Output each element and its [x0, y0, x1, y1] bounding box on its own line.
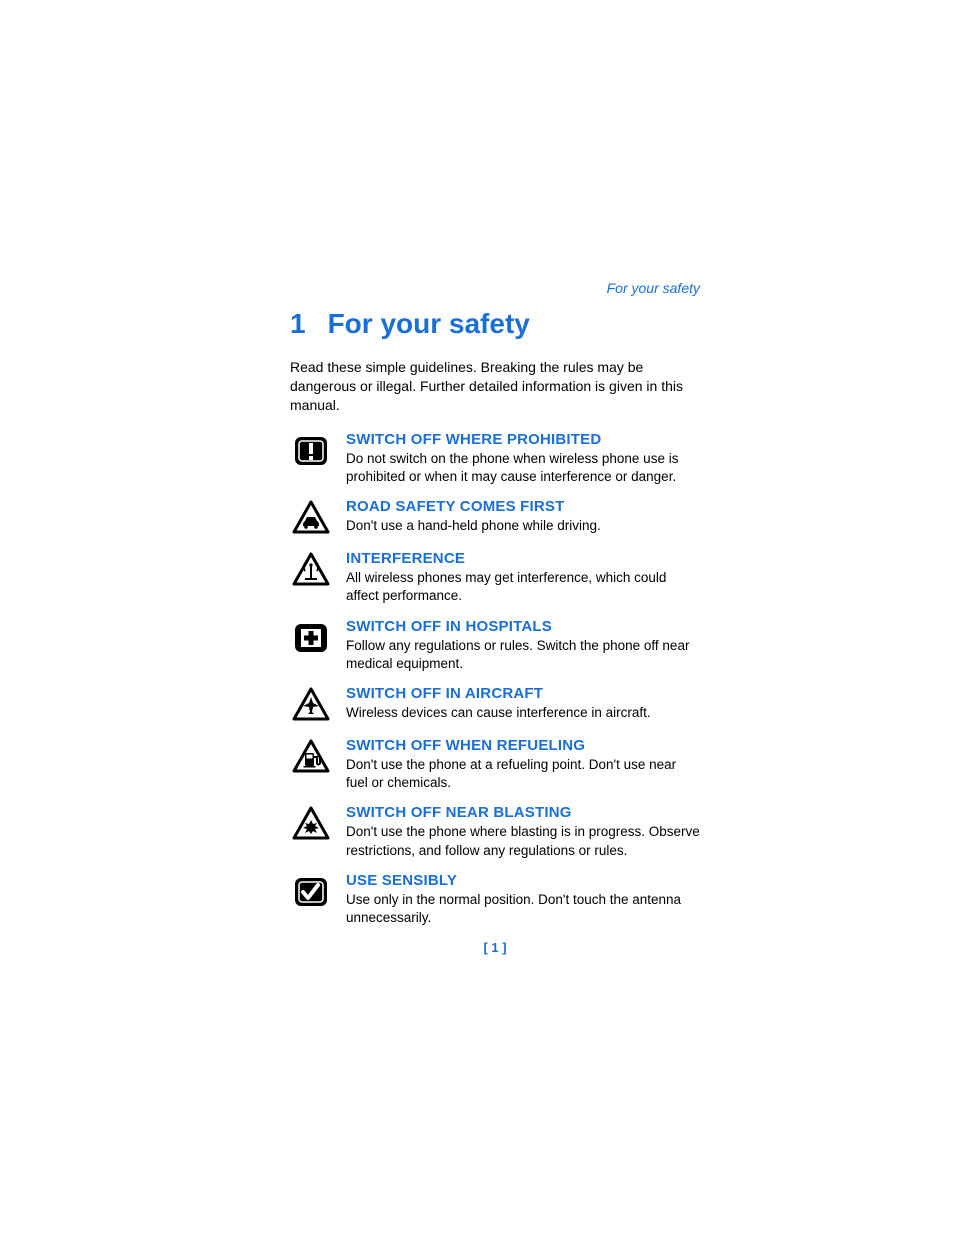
safety-item-text: USE SENSIBLY Use only in the normal posi… [346, 872, 700, 927]
page-number: [ 1 ] [290, 940, 700, 955]
safety-item-text: SWITCH OFF NEAR BLASTING Don't use the p… [346, 804, 700, 859]
safety-item-text: SWITCH OFF IN AIRCRAFT Wireless devices … [346, 685, 700, 722]
safety-item-body: Wireless devices can cause interference … [346, 704, 700, 722]
safety-item-text: SWITCH OFF WHERE PROHIBITED Do not switc… [346, 431, 700, 486]
safety-item: SWITCH OFF IN AIRCRAFT Wireless devices … [290, 685, 700, 725]
safety-item-heading: SWITCH OFF IN HOSPITALS [346, 618, 700, 635]
exclamation-square-icon [290, 431, 332, 471]
airplane-triangle-icon [290, 685, 332, 725]
safety-item-body: Don't use the phone where blasting is in… [346, 823, 700, 859]
hospital-square-icon [290, 618, 332, 658]
safety-item-body: Don't use a hand-held phone while drivin… [346, 517, 700, 535]
safety-item: SWITCH OFF WHEN REFUELING Don't use the … [290, 737, 700, 792]
safety-item-heading: SWITCH OFF WHEN REFUELING [346, 737, 700, 754]
safety-item-body: Don't use the phone at a refueling point… [346, 756, 700, 792]
safety-item-heading: USE SENSIBLY [346, 872, 700, 889]
running-header: For your safety [290, 280, 700, 296]
safety-item-heading: SWITCH OFF WHERE PROHIBITED [346, 431, 700, 448]
page-content: For your safety 1 For your safety Read th… [290, 280, 700, 939]
safety-item-body: Use only in the normal position. Don't t… [346, 891, 700, 927]
safety-item-heading: SWITCH OFF IN AIRCRAFT [346, 685, 700, 702]
safety-item: SWITCH OFF NEAR BLASTING Don't use the p… [290, 804, 700, 859]
safety-item: USE SENSIBLY Use only in the normal posi… [290, 872, 700, 927]
safety-item-text: INTERFERENCE All wireless phones may get… [346, 550, 700, 605]
safety-item-heading: ROAD SAFETY COMES FIRST [346, 498, 700, 515]
safety-item-heading: INTERFERENCE [346, 550, 700, 567]
car-triangle-icon [290, 498, 332, 538]
safety-item-heading: SWITCH OFF NEAR BLASTING [346, 804, 700, 821]
safety-item-text: ROAD SAFETY COMES FIRST Don't use a hand… [346, 498, 700, 535]
safety-item-text: SWITCH OFF IN HOSPITALS Follow any regul… [346, 618, 700, 673]
safety-item-body: Do not switch on the phone when wireless… [346, 450, 700, 486]
safety-item: ROAD SAFETY COMES FIRST Don't use a hand… [290, 498, 700, 538]
chapter-number: 1 [290, 308, 306, 340]
intro-paragraph: Read these simple guidelines. Breaking t… [290, 358, 700, 415]
safety-item: SWITCH OFF IN HOSPITALS Follow any regul… [290, 618, 700, 673]
antenna-triangle-icon [290, 550, 332, 590]
safety-item: INTERFERENCE All wireless phones may get… [290, 550, 700, 605]
check-square-icon [290, 872, 332, 912]
safety-item-body: All wireless phones may get interference… [346, 569, 700, 605]
safety-item-text: SWITCH OFF WHEN REFUELING Don't use the … [346, 737, 700, 792]
chapter-heading-text: For your safety [328, 308, 530, 339]
blast-triangle-icon [290, 804, 332, 844]
fuel-triangle-icon [290, 737, 332, 777]
chapter-title: 1 For your safety [290, 308, 700, 340]
safety-item: SWITCH OFF WHERE PROHIBITED Do not switc… [290, 431, 700, 486]
safety-item-body: Follow any regulations or rules. Switch … [346, 637, 700, 673]
